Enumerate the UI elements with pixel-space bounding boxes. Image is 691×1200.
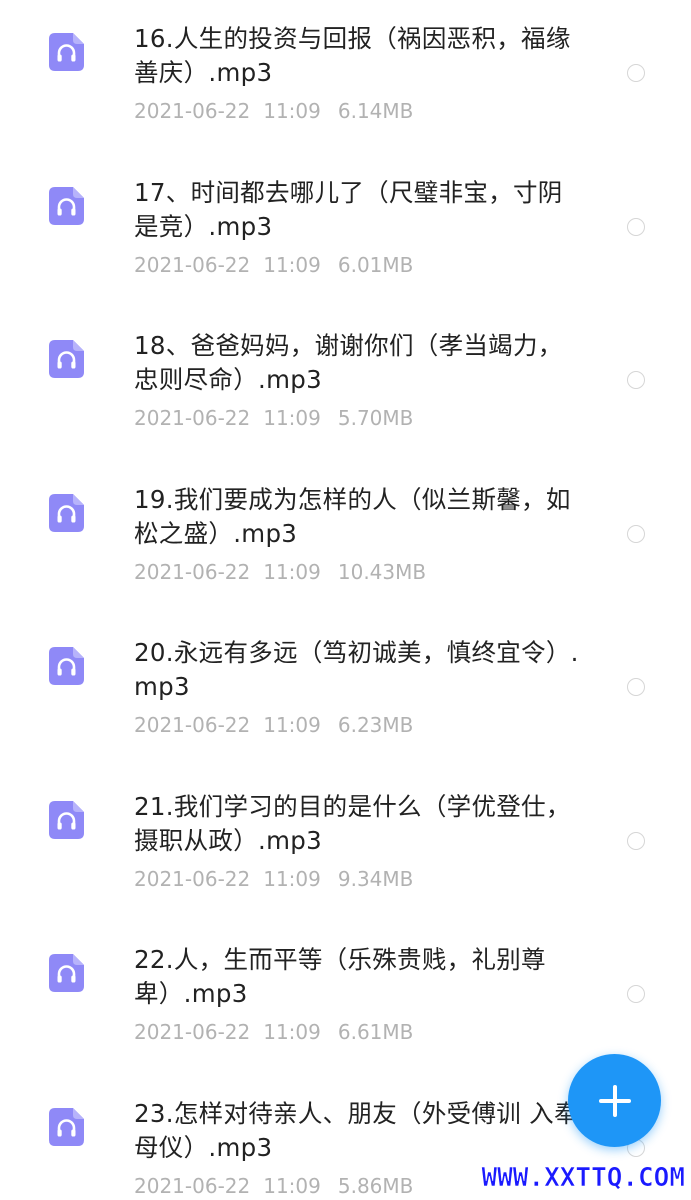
file-time: 11:09 — [263, 713, 321, 737]
audio-file-icon — [49, 33, 84, 71]
file-date: 2021-06-22 — [134, 1173, 251, 1198]
file-meta: 2021-06-22 11:09 6.14MB — [134, 97, 584, 125]
file-time: 11:09 — [263, 99, 321, 123]
file-name: 19.我们要成为怎样的人（似兰斯馨，如松之盛）.mp3 — [134, 484, 571, 548]
file-list-item[interactable]: 16.人生的投资与回报（祸因恶积，福缘善庆）.mp3 2021-06-22 11:0… — [0, 0, 691, 154]
file-list-item[interactable]: 22.人，生而平等（乐殊贵贱，礼别尊卑）.mp3 2021-06-22 11:09 6… — [0, 921, 691, 1075]
audio-file-icon — [49, 186, 84, 225]
select-radio[interactable] — [627, 371, 645, 389]
audio-file-icon — [49, 647, 84, 685]
file-date: 2021-06-22 — [134, 99, 251, 123]
file-time: 11:09 — [263, 1173, 321, 1198]
select-radio[interactable] — [627, 678, 645, 696]
file-time: 11:09 — [263, 1020, 321, 1044]
file-info: 19.我们要成为怎样的人（似兰斯馨，如松之盛）.mp3 2021-06-22 11:… — [134, 483, 584, 586]
audio-file-icon — [49, 954, 84, 992]
file-meta: 2021-06-22 11:09 10.43MB — [134, 558, 584, 586]
file-name: 21.我们学习的目的是什么（学优登仕，摄职从政）.mp3 — [134, 791, 571, 855]
file-size: 5.70MB — [337, 406, 414, 430]
audio-file-icon — [49, 1107, 84, 1146]
select-radio[interactable] — [627, 831, 645, 850]
file-size: 6.61MB — [337, 1020, 414, 1044]
file-list: 16.人生的投资与回报（祸因恶积，福缘善庆）.mp3 2021-06-22 11:0… — [0, 0, 691, 1200]
select-radio[interactable] — [627, 217, 645, 236]
file-meta: 2021-06-22 11:09 6.23MB — [134, 711, 584, 739]
plus-icon — [598, 1084, 631, 1117]
file-info: 21.我们学习的目的是什么（学优登仕，摄职从政）.mp3 2021-06-22 11… — [134, 790, 584, 893]
file-date: 2021-06-22 — [134, 866, 251, 891]
file-meta: 2021-06-22 11:09 6.61MB — [134, 1018, 584, 1046]
file-size: 5.86MB — [337, 1173, 414, 1198]
file-time: 11:09 — [263, 406, 321, 430]
file-browser-screen: 16.人生的投资与回报（祸因恶积，福缘善庆）.mp3 2021-06-22 11:0… — [0, 0, 691, 1200]
file-date: 2021-06-22 — [134, 713, 251, 737]
file-size: 6.23MB — [337, 713, 414, 737]
file-list-item[interactable]: 19.我们要成为怎样的人（似兰斯馨，如松之盛）.mp3 2021-06-22 11:… — [0, 461, 691, 615]
file-info: 22.人，生而平等（乐殊贵贱，礼别尊卑）.mp3 2021-06-22 11:09 6… — [134, 943, 584, 1046]
file-list-item[interactable]: 21.我们学习的目的是什么（学优登仕，摄职从政）.mp3 2021-06-22 11… — [0, 768, 691, 922]
file-date: 2021-06-22 — [134, 1020, 251, 1044]
file-time: 11:09 — [263, 252, 321, 277]
select-radio[interactable] — [627, 64, 645, 82]
file-meta: 2021-06-22 11:09 9.34MB — [134, 865, 584, 893]
file-time: 11:09 — [263, 866, 321, 891]
file-info: 17、时间都去哪儿了（尺璧非宝，寸阴是竞）.mp3 2021-06-22 11:09… — [134, 176, 584, 279]
watermark: WWW.XXTTQ.COM — [481, 1163, 685, 1194]
file-name: 16.人生的投资与回报（祸因恶积，福缘善庆）.mp3 — [134, 24, 571, 87]
select-radio[interactable] — [627, 985, 645, 1003]
file-name: 17、时间都去哪儿了（尺璧非宝，寸阴是竞）.mp3 — [134, 177, 563, 241]
file-date: 2021-06-22 — [134, 406, 251, 430]
file-name: 22.人，生而平等（乐殊贵贱，礼别尊卑）.mp3 — [134, 945, 546, 1008]
select-radio[interactable] — [627, 524, 645, 543]
file-meta: 2021-06-22 11:09 5.70MB — [134, 404, 584, 432]
file-list-item[interactable]: 18、爸爸妈妈，谢谢你们（孝当竭力，忠则尽命）.mp3 2021-06-22 11:… — [0, 307, 691, 461]
audio-file-icon — [49, 800, 84, 839]
file-name: 18、爸爸妈妈，谢谢你们（孝当竭力，忠则尽命）.mp3 — [134, 331, 563, 394]
audio-file-icon — [49, 493, 84, 532]
file-date: 2021-06-22 — [134, 559, 251, 584]
file-time: 11:09 — [263, 559, 321, 584]
file-size: 9.34MB — [337, 866, 414, 891]
file-info: 20.永远有多远（笃初诚美，慎终宜令）.mp3 2021-06-22 11:09 6.… — [134, 636, 584, 739]
file-date: 2021-06-22 — [134, 252, 251, 277]
file-size: 10.43MB — [337, 559, 427, 584]
add-button[interactable] — [568, 1054, 661, 1147]
file-size: 6.14MB — [337, 99, 414, 123]
audio-file-icon — [49, 340, 84, 378]
file-size: 6.01MB — [337, 252, 414, 277]
file-name: 20.永远有多远（笃初诚美，慎终宜令）.mp3 — [134, 638, 579, 701]
file-list-item[interactable]: 17、时间都去哪儿了（尺璧非宝，寸阴是竞）.mp3 2021-06-22 11:09… — [0, 154, 691, 308]
file-meta: 2021-06-22 11:09 6.01MB — [134, 251, 584, 279]
file-info: 18、爸爸妈妈，谢谢你们（孝当竭力，忠则尽命）.mp3 2021-06-22 11:… — [134, 329, 584, 432]
file-list-item[interactable]: 20.永远有多远（笃初诚美，慎终宜令）.mp3 2021-06-22 11:09 6.… — [0, 614, 691, 768]
file-info: 16.人生的投资与回报（祸因恶积，福缘善庆）.mp3 2021-06-22 11:0… — [134, 22, 584, 125]
file-name: 23.怎样对待亲人、朋友（外受傅训 入奉母仪）.mp3 — [134, 1098, 579, 1162]
